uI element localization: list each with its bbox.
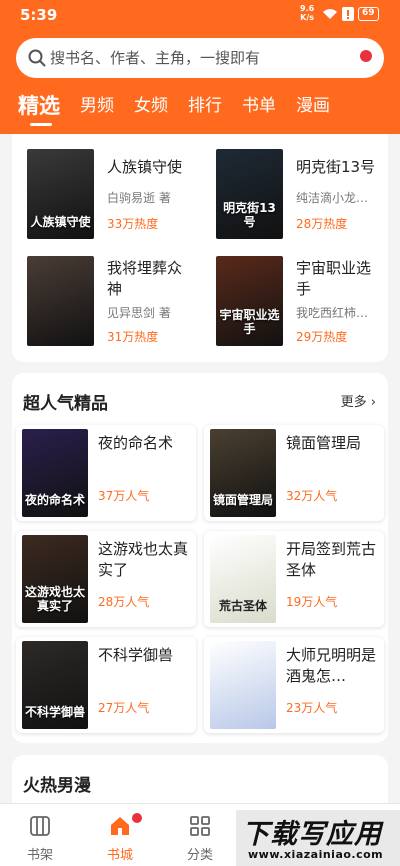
header: 5:39 9.6 K/s 69 搜书名、作者、主角，一搜即有 精选 男频 女频 (0, 0, 400, 134)
popular-book-tile[interactable]: 不科学御兽 不科学御兽 27万人气 (16, 637, 196, 733)
book-title[interactable]: 大师兄明明是酒鬼怎… (286, 645, 378, 689)
network-speed-value: 9.6 (300, 4, 315, 13)
book-cover[interactable]: 人族镇守使 (27, 149, 94, 239)
home-icon (111, 817, 129, 835)
more-link[interactable]: 更多 › (341, 391, 376, 410)
book-title[interactable]: 这游戏也太真实了 (98, 539, 190, 583)
book-author: 白驹易逝 著 (107, 191, 171, 205)
cover-title: 这游戏也太真实了 (24, 585, 85, 613)
book-heat: 31万热度 (107, 330, 159, 344)
book-popularity: 19万人气 (286, 595, 338, 609)
book-author: 见异思剑 著 (107, 306, 171, 320)
book-popularity: 27万人气 (98, 701, 150, 715)
tab-nvpin[interactable]: 女频 (134, 94, 168, 118)
category-icon (190, 816, 210, 836)
wifi-icon (323, 9, 337, 19)
tab-nanpin[interactable]: 男频 (80, 94, 114, 118)
book-popularity: 23万人气 (286, 701, 338, 715)
cover-title: 人族镇守使 (30, 215, 91, 229)
chevron-right-icon: › (370, 395, 376, 410)
book-heat: 28万热度 (296, 217, 348, 231)
book-author: 纯洁滴小龙… (296, 191, 369, 205)
tab-jingxuan[interactable]: 精选 (18, 94, 60, 126)
cover-title: 不科学御兽 (24, 705, 85, 719)
nav-bookstore[interactable]: 书城 (80, 804, 160, 866)
search-notification-dot (360, 50, 372, 62)
book-heat: 29万热度 (296, 330, 348, 344)
book-title[interactable]: 镜面管理局 (286, 433, 378, 477)
nav-category[interactable]: 分类 (160, 804, 240, 866)
book-title[interactable]: 人族镇守使 (107, 157, 191, 179)
book-cover[interactable]: 不科学御兽 (22, 641, 88, 729)
featured-book[interactable]: 宇宙职业选手 宇宙职业选手 我吃西红柿… 29万热度 (216, 256, 376, 348)
featured-books-card: 人族镇守使 人族镇守使 白驹易逝 著 33万热度 明克街13号 明克街13号 纯… (12, 134, 388, 362)
nav-bookshelf[interactable]: 书架 (0, 804, 80, 866)
cover-title: 荒古圣体 (218, 599, 267, 613)
book-cover[interactable]: 这游戏也太真实了 (22, 535, 88, 623)
book-cover[interactable] (210, 641, 276, 729)
watermark-text: 下载写应用 (242, 819, 382, 850)
book-popularity: 28万人气 (98, 595, 150, 609)
popular-book-tile[interactable]: 大师兄明明是酒鬼怎… 23万人气 (204, 637, 384, 733)
book-popularity: 32万人气 (286, 489, 338, 503)
alert-icon (342, 7, 354, 21)
featured-book[interactable]: 人族镇守使 人族镇守使 白驹易逝 著 33万热度 (27, 149, 187, 241)
book-heat: 33万热度 (107, 217, 159, 231)
cover-title: 夜的命名术 (24, 493, 85, 507)
book-cover[interactable]: 宇宙职业选手 (216, 256, 283, 346)
nav-label: 书城 (106, 848, 133, 863)
book-title[interactable]: 不科学御兽 (98, 645, 190, 689)
book-title[interactable]: 夜的命名术 (98, 433, 190, 477)
book-title[interactable]: 我将埋葬众神 (107, 258, 191, 300)
network-speed-unit: K/s (300, 13, 315, 22)
popular-book-tile[interactable]: 镜面管理局 镜面管理局 32万人气 (204, 425, 384, 521)
cover-title: 宇宙职业选手 (219, 308, 280, 336)
popular-book-tile[interactable]: 这游戏也太真实了 这游戏也太真实了 28万人气 (16, 531, 196, 627)
status-bar: 5:39 9.6 K/s 69 (0, 0, 400, 32)
book-popularity: 37万人气 (98, 489, 150, 503)
watermark: 下载写应用 www.xiazainiao.com (236, 810, 400, 866)
network-speed: 9.6 K/s (300, 4, 314, 22)
book-cover[interactable]: 镜面管理局 (210, 429, 276, 517)
search-bar[interactable]: 搜书名、作者、主角，一搜即有 (16, 38, 384, 78)
book-cover[interactable]: 夜的命名术 (22, 429, 88, 517)
nav-label: 书架 (26, 848, 53, 863)
section-title: 超人气精品 (23, 394, 108, 414)
status-time: 5:39 (20, 6, 58, 24)
more-label: 更多 (340, 395, 367, 410)
watermark-url: www.xiazainiao.com (248, 848, 384, 861)
tab-shudan[interactable]: 书单 (242, 94, 276, 118)
cover-title: 明克街13号 (223, 201, 276, 229)
section-title: 火热男漫 (23, 776, 91, 796)
popular-section: 超人气精品 更多 › 夜的命名术 夜的命名术 37万人气 镜面管理局 镜面管理局… (12, 373, 388, 743)
notification-dot (132, 813, 142, 823)
tab-paihang[interactable]: 排行 (188, 94, 222, 118)
search-input[interactable]: 搜书名、作者、主角，一搜即有 (50, 38, 260, 78)
category-tabs: 精选 男频 女频 排行 书单 漫画 (18, 94, 330, 126)
search-icon (28, 49, 46, 67)
featured-book[interactable]: 我将埋葬众神 见异思剑 著 31万热度 (27, 256, 187, 348)
book-title[interactable]: 明克街13号 (296, 157, 378, 179)
featured-book[interactable]: 明克街13号 明克街13号 纯洁滴小龙… 28万热度 (216, 149, 376, 241)
popular-book-tile[interactable]: 夜的命名术 夜的命名术 37万人气 (16, 425, 196, 521)
popular-book-tile[interactable]: 荒古圣体 开局签到荒古圣体 19万人气 (204, 531, 384, 627)
book-cover[interactable] (27, 256, 94, 346)
book-title[interactable]: 开局签到荒古圣体 (286, 539, 378, 583)
book-cover[interactable]: 明克街13号 (216, 149, 283, 239)
book-title[interactable]: 宇宙职业选手 (296, 258, 376, 300)
battery-icon: 69 (358, 7, 379, 21)
book-author: 我吃西红柿… (296, 306, 369, 320)
book-cover[interactable]: 荒古圣体 (210, 535, 276, 623)
cover-title: 镜面管理局 (212, 493, 273, 507)
bookshelf-icon (30, 816, 50, 836)
tab-manhua[interactable]: 漫画 (296, 94, 330, 118)
nav-label: 分类 (186, 848, 213, 863)
